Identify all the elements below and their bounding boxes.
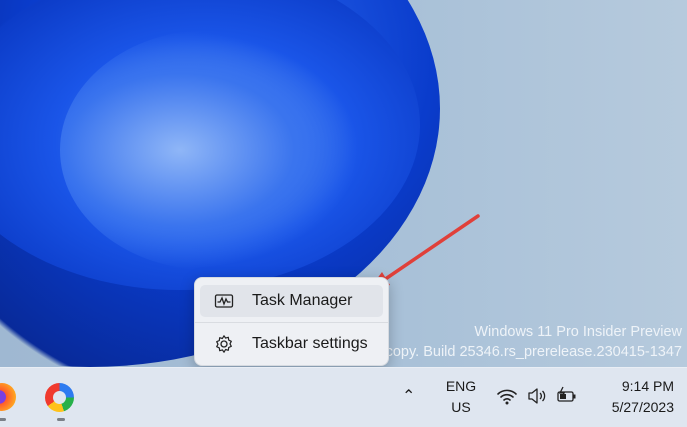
keyboard-layout: US — [451, 399, 471, 415]
running-indicator — [57, 418, 65, 421]
gear-icon — [216, 335, 232, 353]
edge-canary-icon — [45, 383, 74, 412]
taskbar: ⌃ ENG US 9:14 PM 5/27/2023 — [0, 367, 687, 427]
task-manager-icon — [214, 294, 234, 308]
clock-time: 9:14 PM — [621, 378, 674, 394]
volume-icon — [528, 388, 546, 404]
menu-item-taskbar-settings[interactable]: Taskbar settings — [200, 328, 383, 360]
battery-charging-icon — [557, 386, 576, 402]
clock-date: 5/27/2023 — [611, 399, 674, 415]
edge-canary-taskbar-button[interactable] — [45, 383, 77, 421]
wifi-icon — [497, 389, 517, 405]
taskbar-context-menu: Task Manager Taskbar settings — [194, 277, 389, 366]
menu-item-label: Taskbar settings — [252, 335, 368, 352]
quick-settings-button[interactable] — [496, 386, 580, 408]
menu-item-task-manager[interactable]: Task Manager — [200, 285, 383, 317]
language-code: ENG — [445, 378, 477, 394]
running-indicator — [0, 418, 6, 421]
menu-item-label: Task Manager — [252, 292, 353, 309]
language-indicator[interactable]: ENG US — [440, 376, 482, 418]
show-hidden-icons-chevron-icon[interactable]: ⌃ — [402, 386, 415, 407]
menu-separator — [195, 322, 388, 323]
firefox-taskbar-button[interactable] — [0, 383, 20, 421]
firefox-icon — [0, 383, 16, 411]
clock[interactable]: 9:14 PM 5/27/2023 — [594, 376, 674, 418]
